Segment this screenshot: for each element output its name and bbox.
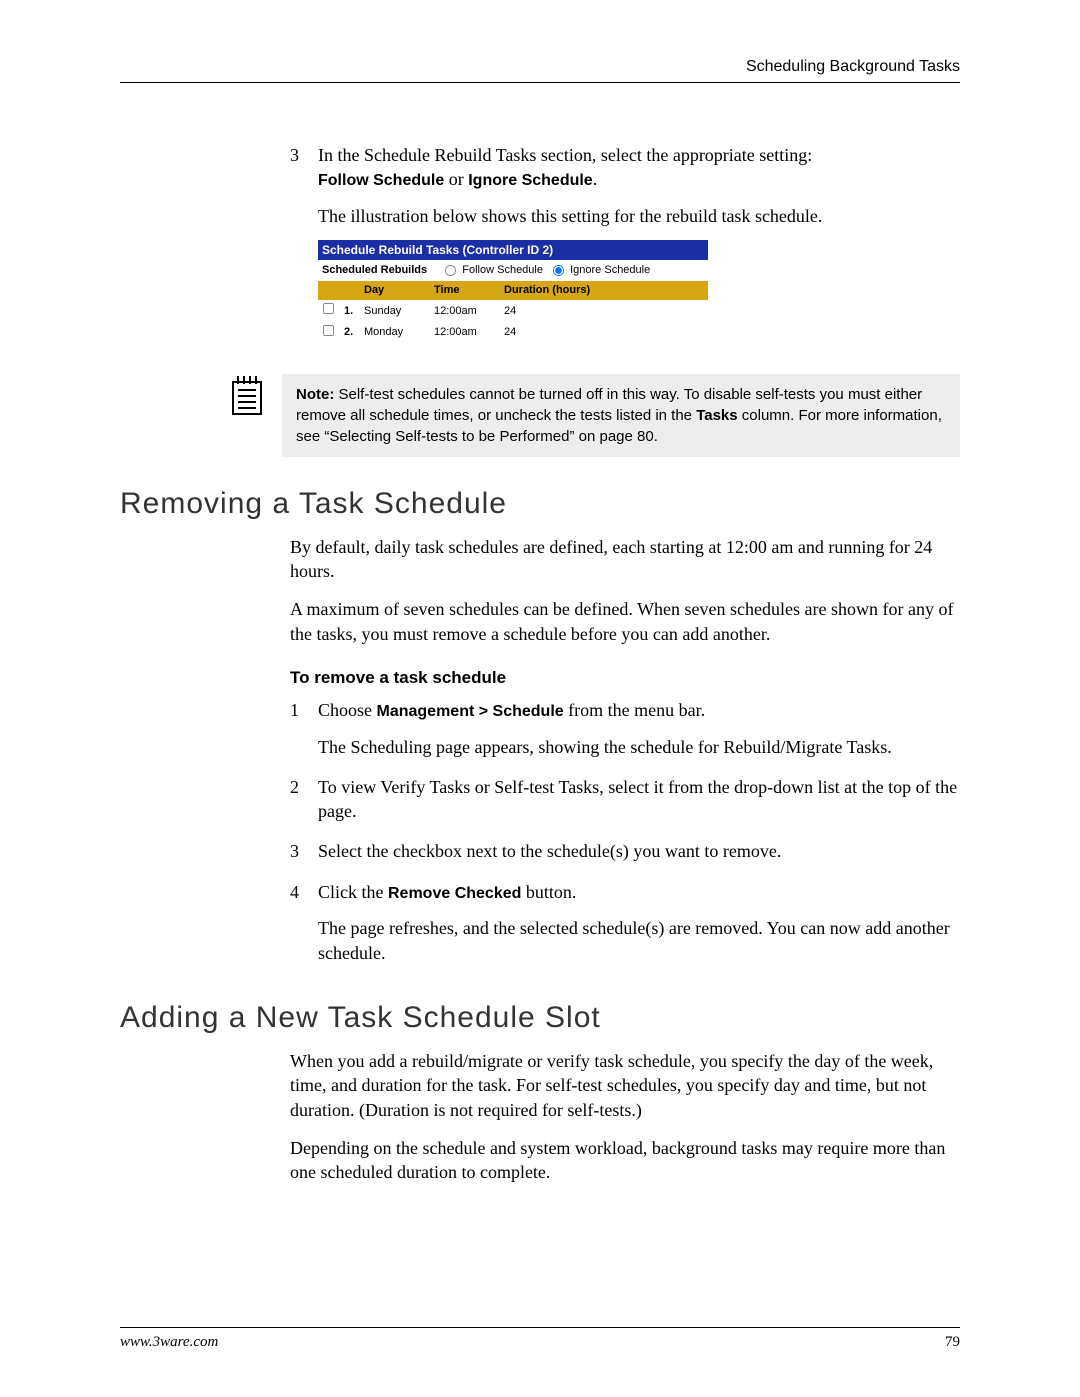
step-number: 3: [290, 143, 318, 362]
step-body: Click the Remove Checked button. The pag…: [318, 880, 960, 977]
radio-follow-label: Follow Schedule: [462, 264, 543, 276]
s1-a: Choose: [318, 700, 377, 720]
s3-text: Select the checkbox next to the schedule…: [318, 839, 960, 863]
step-text: In the Schedule Rebuild Tasks section, s…: [318, 145, 812, 165]
scheduled-rebuilds-label: Scheduled Rebuilds: [322, 264, 427, 276]
remove-step-4: 4 Click the Remove Checked button. The p…: [290, 880, 960, 977]
note-box: Note: Self-test schedules cannot be turn…: [282, 374, 960, 457]
s4-c: button.: [521, 882, 576, 902]
note-label: Note:: [296, 386, 334, 403]
step-3: 3 In the Schedule Rebuild Tasks section,…: [290, 143, 960, 362]
row-checkbox[interactable]: [323, 303, 334, 314]
row-time: 12:00am: [430, 302, 500, 321]
schedule-header-row: Day Time Duration (hours): [318, 281, 708, 300]
period: .: [593, 169, 598, 189]
footer-url: www.3ware.com: [120, 1334, 218, 1351]
row-duration: 24: [500, 323, 708, 342]
row-day: Monday: [360, 323, 430, 342]
remove-checked-label: Remove Checked: [388, 885, 521, 902]
row-index: 2.: [340, 323, 360, 342]
removing-body: By default, daily task schedules are def…: [290, 535, 960, 977]
page-footer: www.3ware.com 79: [120, 1327, 960, 1351]
removing-p2: A maximum of seven schedules can be defi…: [290, 597, 960, 646]
illustration-caption: The illustration below shows this settin…: [318, 204, 960, 228]
step-number: 1: [290, 698, 318, 771]
s1-c: from the menu bar.: [564, 700, 705, 720]
subhead-remove: To remove a task schedule: [290, 668, 960, 688]
heading-adding: Adding a New Task Schedule Slot: [120, 1001, 960, 1035]
schedule-controls: Scheduled Rebuilds Follow Schedule Ignor…: [318, 260, 708, 281]
note-block: Note: Self-test schedules cannot be turn…: [230, 374, 960, 457]
col-time: Time: [430, 281, 500, 300]
page-number: 79: [945, 1334, 960, 1351]
step-body: In the Schedule Rebuild Tasks section, s…: [318, 143, 960, 362]
remove-step-3: 3 Select the checkbox next to the schedu…: [290, 839, 960, 875]
s2-text: To view Verify Tasks or Self-test Tasks,…: [318, 775, 960, 824]
notepad-icon: [230, 374, 264, 416]
conj-or: or: [444, 169, 468, 189]
heading-removing: Removing a Task Schedule: [120, 487, 960, 521]
step-body: Choose Management > Schedule from the me…: [318, 698, 960, 771]
schedule-row: 1. Sunday 12:00am 24: [318, 300, 708, 322]
col-day: Day: [360, 281, 430, 300]
menu-path: Management > Schedule: [377, 703, 564, 720]
step-number: 2: [290, 775, 318, 836]
row-time: 12:00am: [430, 323, 500, 342]
step-body: To view Verify Tasks or Self-test Tasks,…: [318, 775, 960, 836]
step-number: 3: [290, 839, 318, 875]
note-bold-tasks: Tasks: [696, 407, 737, 424]
step-body: Select the checkbox next to the schedule…: [318, 839, 960, 875]
radio-ignore[interactable]: Ignore Schedule: [546, 264, 650, 276]
radio-follow[interactable]: Follow Schedule: [438, 264, 543, 276]
s4-result: The page refreshes, and the selected sch…: [318, 916, 960, 965]
adding-p2: Depending on the schedule and system wor…: [290, 1136, 960, 1185]
remove-step-1: 1 Choose Management > Schedule from the …: [290, 698, 960, 771]
adding-body: When you add a rebuild/migrate or verify…: [290, 1049, 960, 1184]
step-3-block: 3 In the Schedule Rebuild Tasks section,…: [290, 143, 960, 362]
row-duration: 24: [500, 302, 708, 321]
step-number: 4: [290, 880, 318, 977]
page: Scheduling Background Tasks 3 In the Sch…: [0, 0, 1080, 1397]
schedule-title: Schedule Rebuild Tasks (Controller ID 2): [318, 240, 708, 260]
schedule-illustration: Schedule Rebuild Tasks (Controller ID 2)…: [318, 240, 708, 344]
row-day: Sunday: [360, 302, 430, 321]
option-follow: Follow Schedule: [318, 172, 444, 189]
adding-p1: When you add a rebuild/migrate or verify…: [290, 1049, 960, 1122]
row-checkbox[interactable]: [323, 325, 334, 336]
schedule-row: 2. Monday 12:00am 24: [318, 322, 708, 344]
page-header: Scheduling Background Tasks: [120, 58, 960, 83]
col-duration: Duration (hours): [500, 281, 708, 300]
row-index: 1.: [340, 302, 360, 321]
radio-ignore-label: Ignore Schedule: [570, 264, 650, 276]
remove-step-2: 2 To view Verify Tasks or Self-test Task…: [290, 775, 960, 836]
removing-p1: By default, daily task schedules are def…: [290, 535, 960, 584]
s4-a: Click the: [318, 882, 388, 902]
option-ignore: Ignore Schedule: [468, 172, 592, 189]
s1-result: The Scheduling page appears, showing the…: [318, 735, 960, 759]
